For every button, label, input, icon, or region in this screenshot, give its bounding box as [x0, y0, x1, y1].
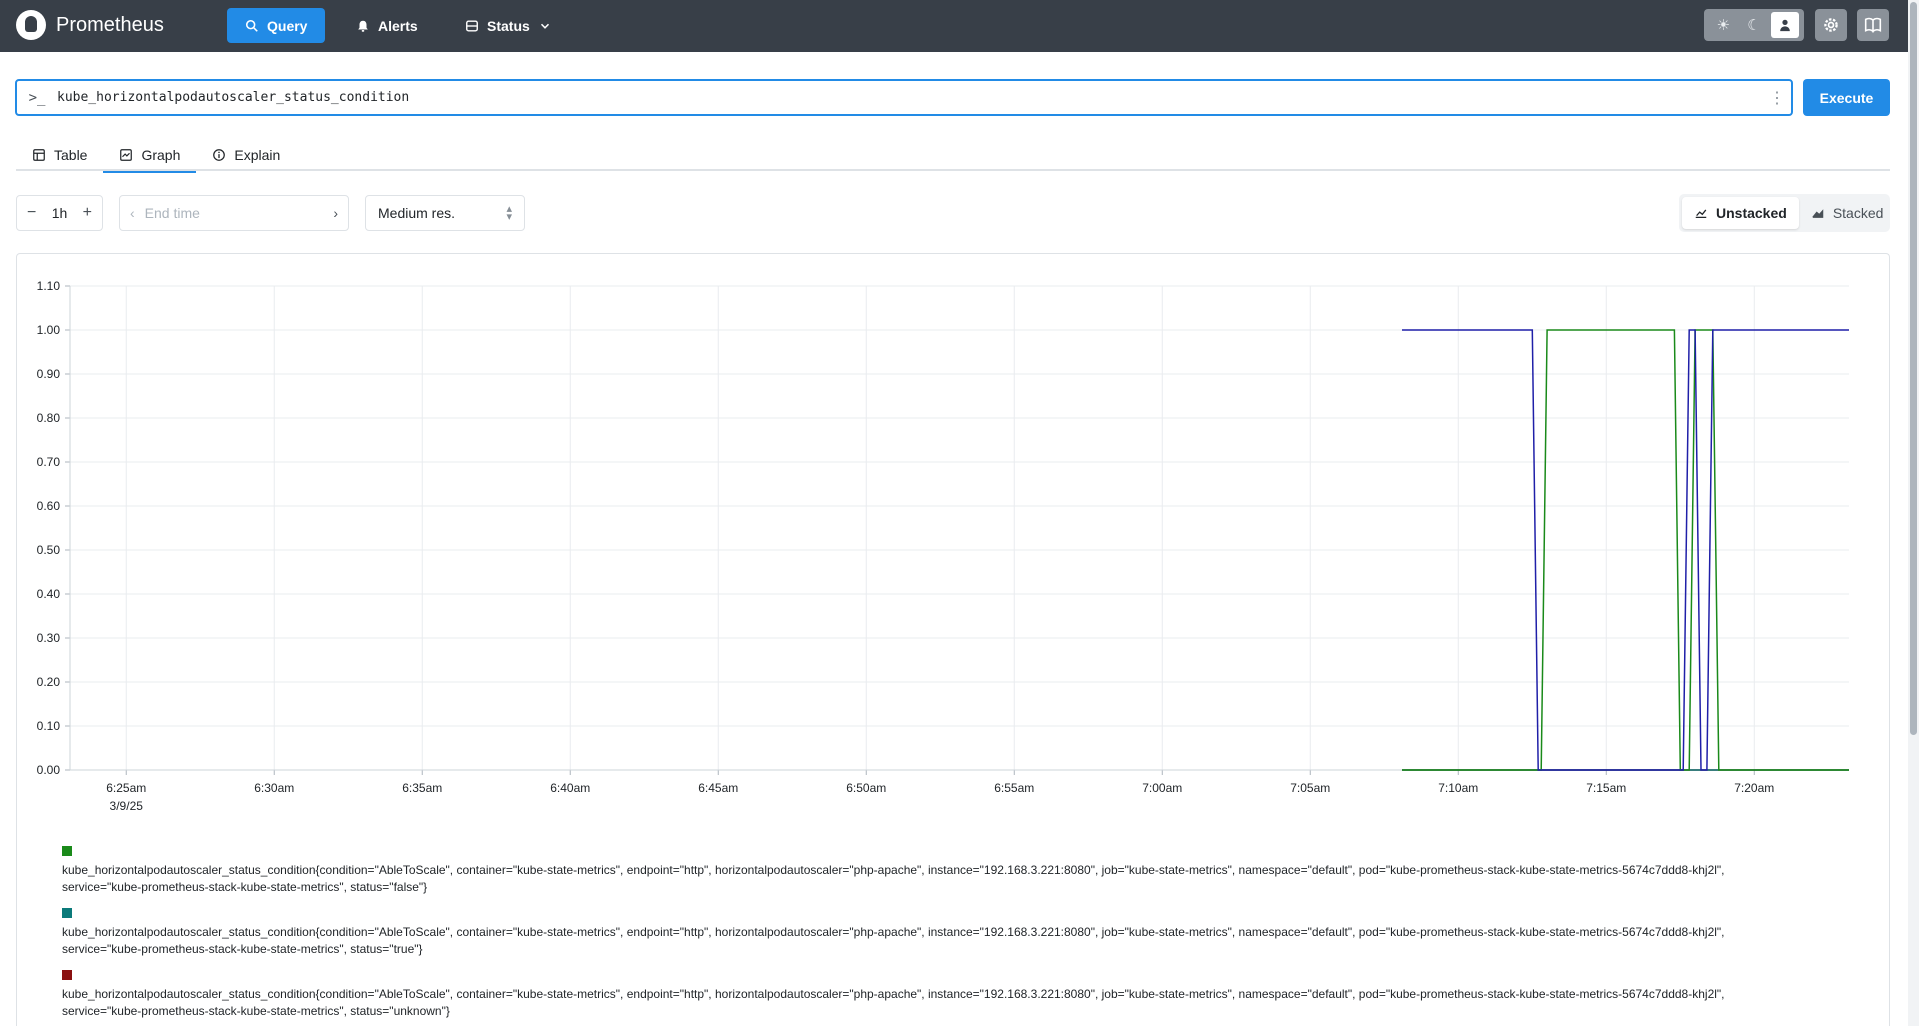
execute-button[interactable]: Execute [1803, 79, 1890, 116]
auto-theme-user-icon[interactable] [1770, 12, 1799, 38]
y-tick-label: 0.50 [37, 543, 61, 557]
x-tick-label: 6:40am [550, 781, 590, 795]
chevron-down-icon [540, 23, 549, 29]
y-tick-label: 0.30 [37, 631, 61, 645]
y-tick-label: 0.10 [37, 719, 61, 733]
dark-theme-moon-icon[interactable]: ☾ [1740, 12, 1768, 38]
unstacked-button[interactable]: Unstacked [1682, 197, 1799, 229]
tab-graph[interactable]: Graph [103, 138, 197, 173]
prompt-icon: >_ [28, 89, 46, 106]
unstacked-label: Unstacked [1716, 205, 1787, 221]
prometheus-logo-icon [16, 10, 46, 40]
end-time-input: ‹ End time › [119, 195, 349, 231]
legend-item[interactable]: kube_horizontalpodautoscaler_status_cond… [62, 846, 1862, 896]
tab-graph-label: Graph [141, 146, 181, 163]
tab-table[interactable]: Table [16, 138, 103, 171]
top-navbar: Prometheus Query Alerts Status ☀ ☾ [0, 0, 1919, 52]
expression-input[interactable]: >_ kube_horizontalpodautoscaler_status_c… [15, 79, 1793, 116]
range-value[interactable]: 1h [52, 205, 68, 221]
series-swatch [62, 908, 72, 918]
result-tabs: Table Graph Explain [16, 138, 1890, 173]
legend-label-line2: service="kube-prometheus-stack-kube-stat… [62, 942, 423, 956]
legend-item[interactable]: kube_horizontalpodautoscaler_status_cond… [62, 970, 1862, 1020]
y-tick-label: 0.70 [37, 455, 61, 469]
y-tick-label: 0.90 [37, 367, 61, 381]
time-series-chart[interactable]: 0.00 0.10 0.20 0.30 0.40 0.50 0.60 0.70 0.80 0.90… [17, 254, 1891, 834]
line-chart-icon [1695, 209, 1707, 219]
search-icon [245, 19, 258, 32]
series-swatch [62, 846, 72, 856]
tab-explain[interactable]: Explain [196, 138, 296, 171]
x-tick-label: 6:50am [846, 781, 886, 795]
stacking-toggle: Unstacked Stacked [1679, 194, 1890, 232]
graph-icon [120, 148, 133, 161]
x-tick-label: 7:10am [1438, 781, 1478, 795]
end-time-field[interactable]: End time [135, 205, 334, 221]
increase-range-icon[interactable]: + [83, 204, 92, 222]
graph-panel: 0.00 0.10 0.20 0.30 0.40 0.50 0.60 0.70 0.80 0.90… [16, 253, 1890, 1026]
nav-alerts-label: Alerts [378, 17, 418, 34]
nav-status-label: Status [487, 17, 530, 34]
settings-gear-icon[interactable] [1815, 9, 1847, 41]
stacked-button[interactable]: Stacked [1799, 197, 1896, 229]
x-date-label: 3/9/25 [110, 799, 144, 813]
more-options-icon[interactable]: ⋮ [1763, 88, 1791, 108]
legend-label-line1: kube_horizontalpodautoscaler_status_cond… [62, 925, 1725, 939]
y-tick-label: 1.10 [37, 279, 61, 293]
expression-text[interactable]: kube_horizontalpodautoscaler_status_cond… [57, 90, 1763, 105]
nav-query-label: Query [267, 17, 308, 34]
theme-selector: ☀ ☾ [1704, 9, 1804, 41]
y-tick-label: 0.40 [37, 587, 61, 601]
x-tick-label: 6:35am [402, 781, 442, 795]
tab-explain-label: Explain [234, 146, 281, 163]
bell-icon [358, 20, 368, 32]
legend-series-label: kube_horizontalpodautoscaler_status_cond… [62, 924, 1862, 958]
legend-series-label: kube_horizontalpodautoscaler_status_cond… [62, 986, 1862, 1020]
x-tick-label: 6:55am [994, 781, 1034, 795]
stacked-label: Stacked [1832, 205, 1884, 221]
light-theme-sun-icon[interactable]: ☀ [1709, 12, 1737, 38]
documentation-book-icon[interactable] [1857, 9, 1889, 41]
range-input: − 1h + [16, 195, 103, 231]
legend-series-label: kube_horizontalpodautoscaler_status_cond… [62, 862, 1862, 896]
nav-query-button[interactable]: Query [227, 8, 326, 43]
legend-item[interactable]: kube_horizontalpodautoscaler_status_cond… [62, 908, 1862, 958]
app-name: Prometheus [56, 13, 164, 36]
legend: kube_horizontalpodautoscaler_status_cond… [62, 846, 1862, 1032]
legend-label-line2: service="kube-prometheus-stack-kube-stat… [62, 880, 428, 894]
decrease-range-icon[interactable]: − [27, 204, 36, 222]
table-icon [33, 148, 45, 161]
y-tick-label: 0.00 [37, 763, 61, 777]
legend-label-line1: kube_horizontalpodautoscaler_status_cond… [62, 863, 1725, 877]
info-icon [213, 148, 226, 161]
nav-alerts-button[interactable]: Alerts [338, 8, 436, 43]
y-tick-label: 0.20 [37, 675, 61, 689]
chevron-right-icon[interactable]: › [333, 205, 338, 221]
tab-table-label: Table [54, 146, 88, 163]
x-tick-label: 6:45am [698, 781, 738, 795]
resolution-select[interactable]: Medium res. ▴ ▾ [365, 195, 525, 231]
x-tick-label: 7:15am [1586, 781, 1626, 795]
server-icon [466, 19, 478, 32]
y-tick-label: 1.00 [37, 323, 61, 337]
resolution-value: Medium res. [378, 205, 456, 221]
x-tick-label: 7:20am [1734, 781, 1774, 795]
page-scrollbar[interactable] [1908, 0, 1919, 1026]
select-arrows-icon: ▴ ▾ [506, 203, 512, 223]
x-tick-label: 6:30am [254, 781, 294, 795]
series-swatch [62, 970, 72, 980]
x-tick-label: 7:00am [1142, 781, 1182, 795]
x-tick-label: 6:25am [106, 781, 146, 795]
legend-label-line1: kube_horizontalpodautoscaler_status_cond… [62, 987, 1725, 1001]
x-tick-label: 7:05am [1290, 781, 1330, 795]
brand[interactable]: Prometheus [16, 10, 164, 40]
legend-label-line2: service="kube-prometheus-stack-kube-stat… [62, 1004, 450, 1018]
scrollbar-thumb[interactable] [1910, 2, 1917, 735]
area-chart-icon [1812, 209, 1824, 218]
y-tick-label: 0.80 [37, 411, 61, 425]
y-tick-label: 0.60 [37, 499, 61, 513]
nav-status-button[interactable]: Status [447, 8, 570, 43]
